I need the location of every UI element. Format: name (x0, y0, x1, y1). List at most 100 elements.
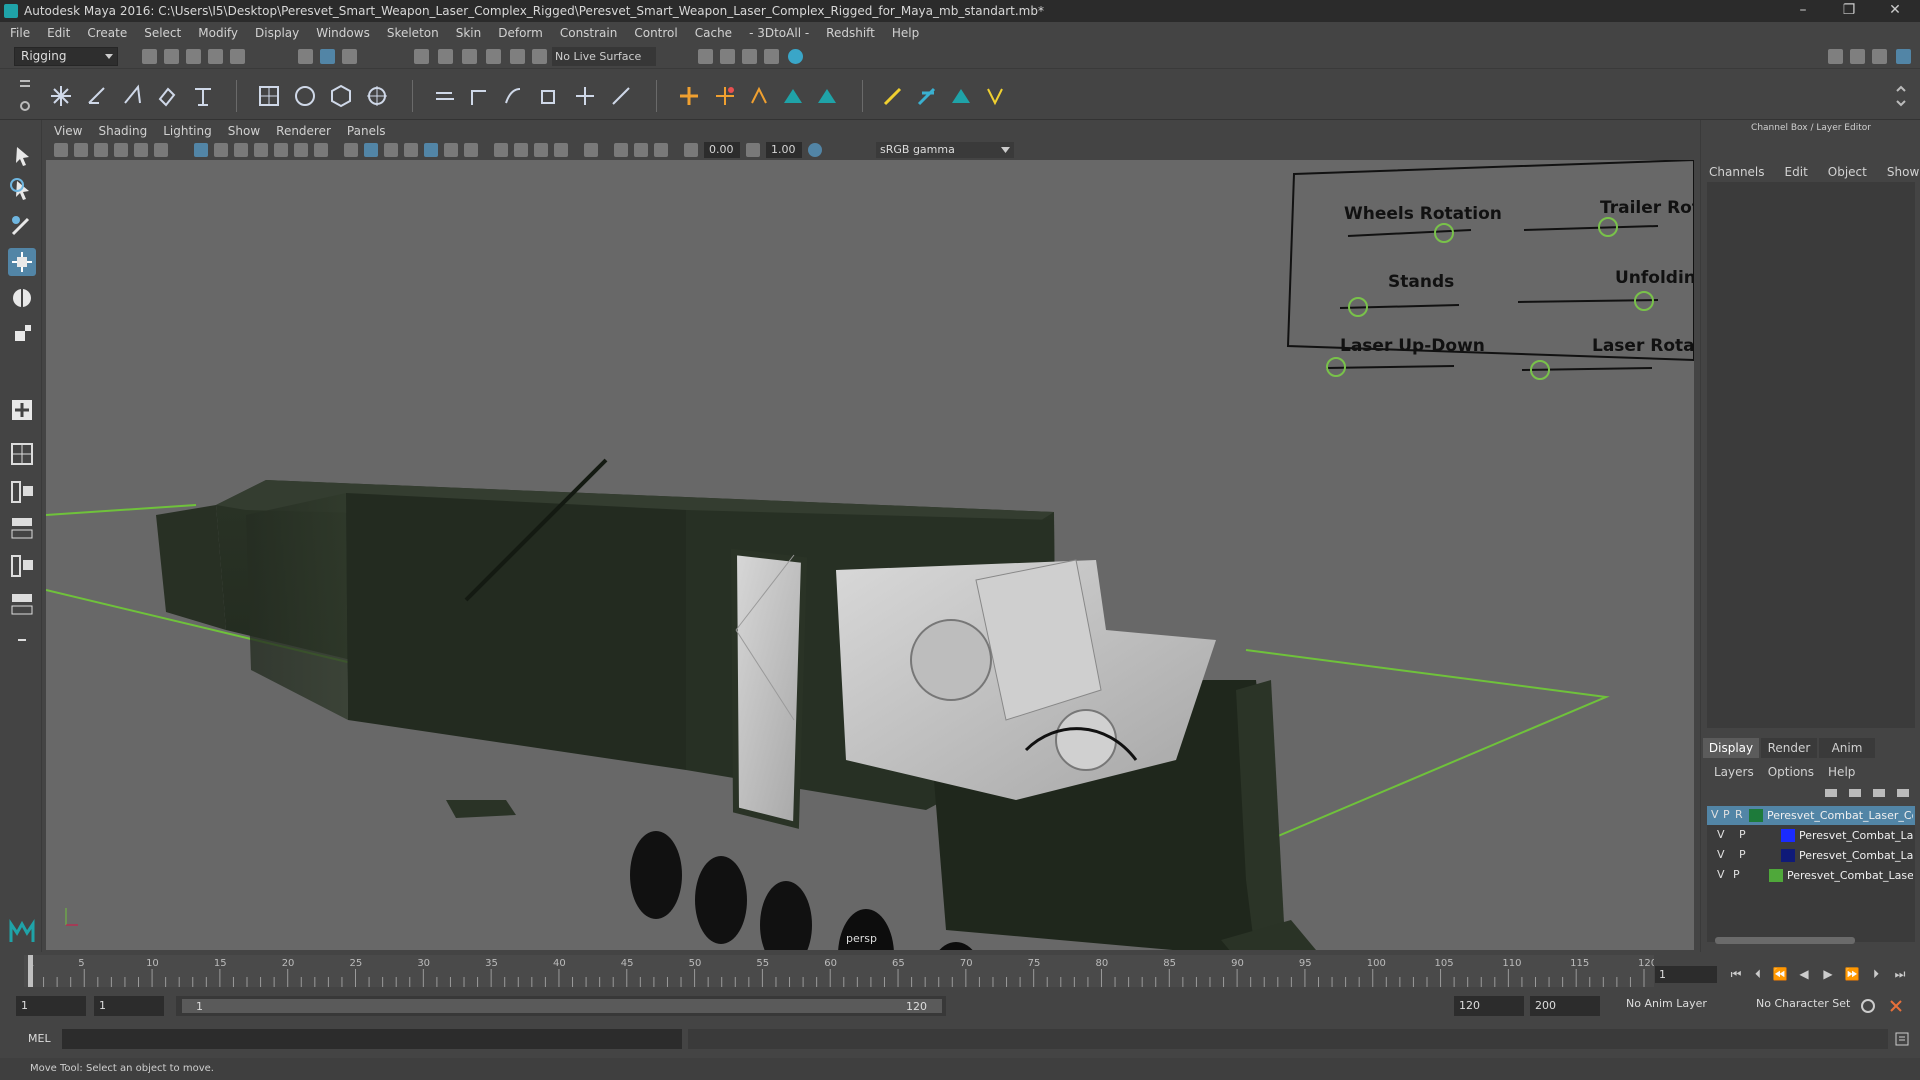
snap-magnet-icon[interactable] (532, 49, 547, 64)
xray-joints-icon[interactable] (654, 143, 668, 157)
close-button[interactable]: ✕ (1872, 0, 1918, 22)
layer-visibility-toggle[interactable]: V (1717, 848, 1727, 863)
cluster-icon[interactable] (712, 83, 738, 109)
tab-display[interactable]: Display (1703, 738, 1759, 758)
layer-name[interactable]: Peresvet_Combat_Lase (1799, 849, 1913, 862)
layer-color-swatch[interactable] (1769, 869, 1783, 882)
select-camera-icon[interactable] (54, 143, 68, 157)
panel-menu-panels[interactable]: Panels (347, 124, 386, 138)
current-time-marker[interactable] (28, 955, 33, 987)
layer-name[interactable]: Peresvet_Combat_Laser_Com (1767, 809, 1913, 822)
layer-name[interactable]: Peresvet_Combat_Laser_C (1787, 869, 1913, 882)
camera-attributes-icon[interactable] (74, 143, 88, 157)
tab-render[interactable]: Render (1761, 738, 1817, 758)
object-menu[interactable]: Object (1828, 165, 1867, 179)
motion-trail-icon[interactable] (814, 83, 840, 109)
use-all-lights-icon[interactable] (444, 143, 458, 157)
select-tool-icon[interactable] (8, 142, 36, 170)
lasso-tool-icon[interactable] (8, 176, 36, 204)
layer-color-swatch[interactable] (1781, 849, 1795, 862)
character-set-select[interactable]: No Character Set (1756, 997, 1850, 1010)
shadows-icon[interactable] (464, 143, 478, 157)
single-perspective-layout-icon[interactable] (8, 440, 36, 468)
grease-pencil-icon[interactable] (154, 143, 168, 157)
toggle-tool-settings-icon[interactable] (1872, 49, 1887, 64)
resolution-gate-icon[interactable] (234, 143, 248, 157)
bookmarks-icon[interactable] (94, 143, 108, 157)
aim-constraint-icon[interactable] (466, 83, 492, 109)
snap-view-plane-icon[interactable] (486, 49, 501, 64)
panel-menu-show[interactable]: Show (228, 124, 260, 138)
menu-modify[interactable]: Modify (198, 26, 238, 40)
perspective-viewport[interactable]: Wheels Rotation Trailer Rotation Stands … (46, 160, 1694, 950)
xray-icon[interactable] (614, 143, 628, 157)
move-layer-down-icon[interactable] (1849, 789, 1861, 797)
layer-row[interactable]: V P Peresvet_Combat_Lase (1707, 826, 1915, 845)
screen-space-ao-icon[interactable] (494, 143, 508, 157)
command-input[interactable] (62, 1029, 682, 1049)
set-driven-key-icon[interactable] (746, 83, 772, 109)
layer-row[interactable]: V P R Peresvet_Combat_Laser_Com (1707, 806, 1915, 825)
layer-visibility-toggle[interactable]: V (1711, 808, 1721, 823)
paint-select-tool-icon[interactable] (8, 212, 36, 240)
graph-editor-icon[interactable] (948, 83, 974, 109)
toggle-modeling-toolkit-icon[interactable] (1828, 49, 1843, 64)
shelf-tabs-toggle[interactable] (18, 76, 32, 116)
layout-options-icon[interactable] (8, 626, 36, 654)
layers-menu[interactable]: Layers (1714, 765, 1754, 779)
ipr-render-icon[interactable] (742, 49, 757, 64)
snap-point-icon[interactable] (462, 49, 477, 64)
select-component-icon[interactable] (342, 49, 357, 64)
layer-color-swatch[interactable] (1749, 809, 1763, 822)
anim-layer-select[interactable]: No Anim Layer (1626, 997, 1707, 1010)
channels-menu[interactable]: Channels (1709, 165, 1765, 179)
save-scene-icon[interactable] (186, 49, 201, 64)
hypershade-icon[interactable] (788, 49, 803, 64)
menu-redshift[interactable]: Redshift (826, 26, 875, 40)
menu-cache[interactable]: Cache (695, 26, 732, 40)
script-language-label[interactable]: MEL (28, 1032, 51, 1045)
blend-shape-icon[interactable] (914, 83, 940, 109)
exposure-icon[interactable] (684, 143, 698, 157)
exposure-field[interactable]: 0.00 (704, 142, 740, 158)
select-hierarchy-icon[interactable] (298, 49, 313, 64)
parent-constraint-icon[interactable] (572, 83, 598, 109)
animation-start-field[interactable]: 1 (16, 996, 86, 1016)
gate-mask-icon[interactable] (254, 143, 268, 157)
tab-anim[interactable]: Anim (1819, 738, 1875, 758)
range-slider-handle[interactable] (182, 999, 942, 1013)
snap-curve-icon[interactable] (438, 49, 453, 64)
current-frame-field[interactable]: 1 (1655, 966, 1717, 983)
range-slider[interactable]: 1 120 (176, 996, 946, 1016)
rotate-tool-icon[interactable] (8, 284, 36, 312)
layer-color-swatch[interactable] (1781, 829, 1795, 842)
layer-visibility-toggle[interactable]: V (1717, 868, 1727, 883)
wrap-deformer-icon[interactable] (364, 83, 390, 109)
panel-menu-renderer[interactable]: Renderer (276, 124, 331, 138)
menu-select[interactable]: Select (144, 26, 181, 40)
go-to-start-icon[interactable]: ⏮ (1728, 966, 1744, 982)
scale-constraint-icon[interactable] (536, 83, 562, 109)
orient-constraint-icon[interactable] (500, 83, 526, 109)
snap-live-icon[interactable] (510, 49, 525, 64)
help-menu[interactable]: Help (1828, 765, 1855, 779)
anti-aliasing-icon[interactable] (534, 143, 548, 157)
locator-icon[interactable] (676, 83, 702, 109)
skin-tools-icon[interactable] (780, 83, 806, 109)
depth-of-field-icon[interactable] (554, 143, 568, 157)
menu-file[interactable]: File (10, 26, 30, 40)
animation-end-field[interactable]: 200 (1530, 996, 1600, 1016)
paint-skin-icon[interactable] (880, 83, 906, 109)
persp-hypershade-layout-icon[interactable] (8, 590, 36, 618)
layer-playback-toggle[interactable]: P (1739, 828, 1749, 843)
paint-weights-icon[interactable] (292, 83, 318, 109)
toggle-channel-box-icon[interactable] (1896, 49, 1911, 64)
menu-control[interactable]: Control (634, 26, 677, 40)
layer-playback-toggle[interactable]: P (1733, 868, 1743, 883)
film-gate-icon[interactable] (214, 143, 228, 157)
new-scene-icon[interactable] (142, 49, 157, 64)
mirror-joint-icon[interactable] (154, 83, 180, 109)
animation-preferences-icon[interactable] (1888, 998, 1904, 1014)
time-slider[interactable]: 1510152025303540455055606570758085909510… (24, 955, 1654, 987)
panel-menu-shading[interactable]: Shading (98, 124, 147, 138)
